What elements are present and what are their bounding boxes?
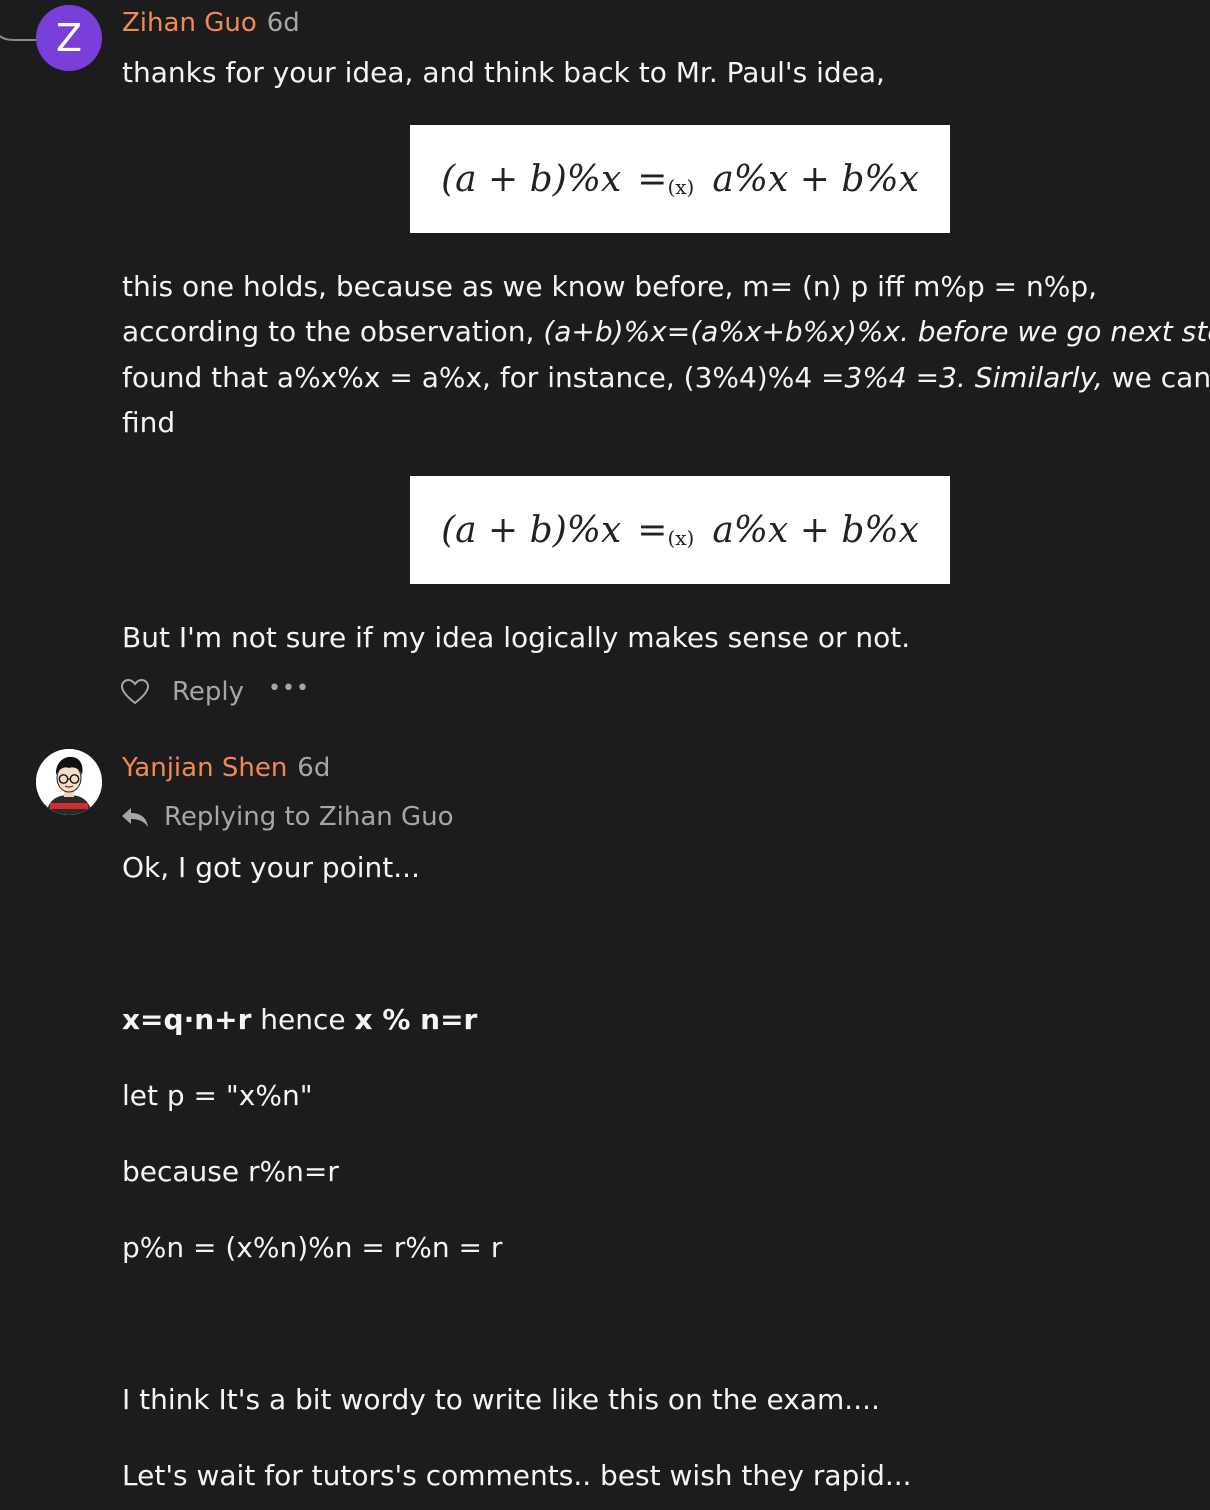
formula-lhs: (a + b)%x	[441, 509, 622, 551]
comment-text-line: let p = "x%n"	[122, 1079, 313, 1112]
comment-text-line: p%n = (x%n)%n = r%n = r	[122, 1231, 503, 1264]
bold-text-segment: x % n=r	[354, 1003, 478, 1036]
avatar-initial: Z	[55, 16, 83, 60]
formula-image: (a + b)%x = (x) a%x + b%x	[410, 125, 950, 233]
comment-text-line: find	[122, 406, 176, 439]
more-options-button[interactable]: •••	[268, 676, 310, 701]
italic-text-segment: (a+b)%x=(a%x+b%x)%x. before we go next s…	[543, 315, 1210, 348]
comment-text-line: according to the observation, (a+b)%x=(a…	[122, 309, 1210, 355]
formula-sub: (x)	[667, 526, 695, 550]
comment-header: Zihan Guo 6d	[122, 6, 300, 40]
comment-text-line: x=q·n+r hence x % n=r	[122, 997, 477, 1043]
italic-text-segment: =3%4 =3. Similarly,	[821, 361, 1103, 394]
comment-text-line: But I'm not sure if my idea logically ma…	[122, 621, 911, 654]
thread-connector-line	[0, 35, 36, 41]
comment-text-line: Ok, I got your point...	[122, 851, 420, 884]
comment-text-line: this one holds, because as we know befor…	[122, 270, 1098, 303]
avatar[interactable]: Z	[36, 5, 102, 71]
formula-rhs: a%x + b%x	[712, 509, 919, 551]
text-segment: found that a%x%x = a%x, for instance, (3…	[122, 361, 822, 394]
comment-header: Yanjian Shen 6d	[122, 751, 330, 785]
author-name[interactable]: Yanjian Shen	[122, 753, 287, 783]
avatar-cartoon-icon	[36, 749, 102, 815]
comment-text-line: because r%n=r	[122, 1155, 339, 1188]
formula-lhs: (a + b)%x	[441, 158, 622, 200]
timestamp: 6d	[266, 8, 300, 38]
avatar[interactable]	[36, 749, 102, 815]
bold-text-segment: x=q·n+r	[122, 1003, 252, 1036]
comment-text-line: found that a%x%x = a%x, for instance, (3…	[122, 355, 1210, 401]
formula-image: (a + b)%x = (x) a%x + b%x	[410, 476, 950, 584]
text-segment: hence	[251, 1003, 355, 1036]
comment-text-line: Let's wait for tutors's comments.. best …	[122, 1459, 912, 1492]
reply-arrow-icon	[122, 808, 148, 827]
comment-actions: Reply •••	[120, 672, 310, 712]
replying-to-indicator[interactable]: Replying to Zihan Guo	[120, 798, 454, 836]
formula-rhs: a%x + b%x	[712, 158, 919, 200]
text-segment: we can	[1102, 361, 1210, 394]
author-name[interactable]: Zihan Guo	[122, 8, 257, 38]
text-segment: according to the observation,	[122, 315, 544, 348]
formula-eq: =	[637, 509, 668, 551]
reply-button[interactable]: Reply	[172, 677, 244, 707]
formula-eq: =	[637, 158, 668, 200]
replying-to-text: Replying to Zihan Guo	[164, 802, 454, 832]
formula-sub: (x)	[667, 175, 695, 199]
comment-text-line: thanks for your idea, and think back to …	[122, 56, 885, 89]
comment-text-line: I think It's a bit wordy to write like t…	[122, 1383, 880, 1416]
timestamp: 6d	[297, 753, 331, 783]
heart-outline-icon[interactable]	[120, 678, 150, 706]
